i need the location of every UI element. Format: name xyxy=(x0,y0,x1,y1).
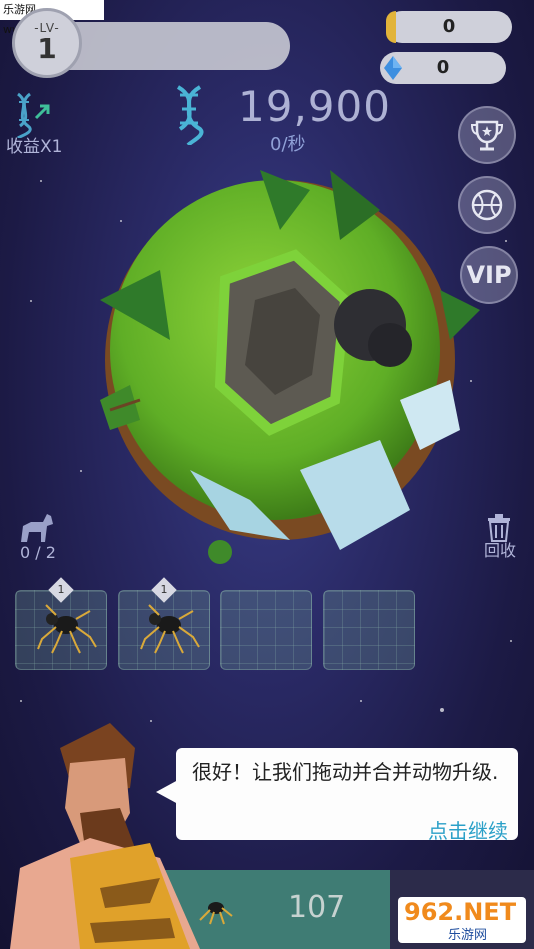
gold-counter[interactable]: 0 xyxy=(386,11,512,43)
gem-icon xyxy=(384,56,402,80)
level-badge[interactable]: -LV- 1 xyxy=(12,8,82,78)
income-multiplier: 收益X1 xyxy=(6,137,63,157)
slot-level-badge: 1 xyxy=(48,577,74,603)
gold-icon xyxy=(386,11,396,43)
spider-icon[interactable] xyxy=(16,591,108,671)
slot-level-badge: 1 xyxy=(151,577,177,603)
dialog-pointer xyxy=(156,780,178,804)
spider-icon[interactable] xyxy=(119,591,211,671)
animal-slot-empty[interactable] xyxy=(323,590,415,670)
level-value: 1 xyxy=(37,32,57,65)
planet[interactable] xyxy=(80,150,480,570)
dialog-text: 很好！让我们拖动并合并动物升级. xyxy=(192,760,499,784)
gold-value: 0 xyxy=(442,16,456,37)
continue-link[interactable]: 点击继续 xyxy=(428,815,508,844)
watermark-logo-sub: 乐游网 xyxy=(448,928,488,943)
buy-price: 107 xyxy=(288,890,346,925)
dna-counter: 19,900 xyxy=(238,82,391,131)
dog-icon xyxy=(21,514,53,542)
dna-icon xyxy=(176,85,204,145)
recycle-label[interactable]: 回收 xyxy=(484,537,516,561)
animal-slot-empty[interactable] xyxy=(220,590,312,670)
animal-count: 0 / 2 xyxy=(20,543,56,562)
watermark-logo-text: 962.NET xyxy=(404,898,517,926)
